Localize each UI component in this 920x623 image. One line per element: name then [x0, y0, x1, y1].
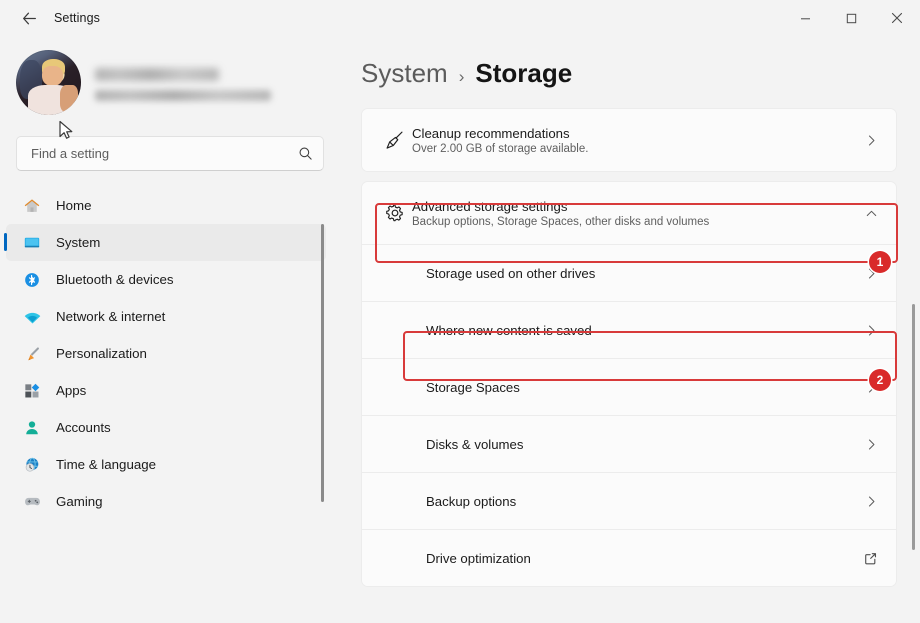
- paintbrush-icon: [22, 344, 42, 364]
- search-box[interactable]: [16, 136, 324, 171]
- search-input[interactable]: [31, 146, 298, 161]
- monitor-icon: [22, 233, 42, 253]
- account-text: [95, 64, 271, 101]
- sidebar-item-label: Home: [56, 198, 91, 213]
- sidebar-item-label: Gaming: [56, 494, 103, 509]
- search-area: [16, 136, 324, 171]
- settings-window: Settings: [0, 0, 920, 623]
- advanced-storage-card: Advanced storage settings Backup options…: [361, 181, 897, 587]
- sidebar-item-label: Personalization: [56, 346, 147, 361]
- cleanup-card: Cleanup recommendations Over 2.00 GB of …: [361, 108, 897, 172]
- row-drive-optimization[interactable]: Drive optimization: [362, 529, 896, 586]
- sidebar-scrollbar-thumb[interactable]: [321, 224, 324, 502]
- sidebar-item-label: Accounts: [56, 420, 111, 435]
- avatar-arm: [60, 85, 78, 112]
- sidebar-nav: Home System: [0, 187, 340, 520]
- cleanup-text: Cleanup recommendations Over 2.00 GB of …: [412, 126, 865, 155]
- row-title: Disks & volumes: [426, 437, 865, 452]
- row-subtitle: Over 2.00 GB of storage available.: [412, 143, 865, 155]
- sidebar-item-label: Bluetooth & devices: [56, 272, 174, 287]
- chevron-up-icon[interactable]: [865, 207, 878, 220]
- drive-optimization-text: Drive optimization: [426, 551, 863, 566]
- app-title: Settings: [54, 11, 100, 25]
- chevron-right-icon: [865, 324, 878, 337]
- minimize-button[interactable]: [782, 0, 828, 36]
- maximize-icon: [846, 13, 857, 24]
- globe-clock-icon: [22, 455, 42, 475]
- sidebar-item-label: Network & internet: [56, 309, 165, 324]
- avatar-face: [42, 66, 63, 87]
- bluetooth-icon: [22, 270, 42, 290]
- gamepad-icon: [22, 492, 42, 512]
- row-title: Drive optimization: [426, 551, 863, 566]
- sidebar-item-label: System: [56, 235, 100, 250]
- backup-options-text: Backup options: [426, 494, 865, 509]
- row-title: Cleanup recommendations: [412, 126, 865, 141]
- row-advanced-storage-settings[interactable]: Advanced storage settings Backup options…: [362, 182, 896, 244]
- row-cleanup-recommendations[interactable]: Cleanup recommendations Over 2.00 GB of …: [362, 109, 896, 171]
- annotation-badge-2: 2: [869, 369, 891, 391]
- search-icon[interactable]: [298, 146, 313, 161]
- close-icon: [891, 12, 903, 24]
- avatar: [16, 50, 81, 115]
- gear-icon: [378, 202, 412, 224]
- sidebar-item-network-internet[interactable]: Network & internet: [6, 298, 326, 335]
- chevron-right-icon: [865, 438, 878, 451]
- sidebar-item-gaming[interactable]: Gaming: [6, 483, 326, 520]
- row-title: Storage Spaces: [426, 380, 865, 395]
- broom-icon: [378, 129, 412, 151]
- sidebar-item-time-language[interactable]: Time & language: [6, 446, 326, 483]
- minimize-icon: [800, 13, 811, 24]
- maximize-button[interactable]: [828, 0, 874, 36]
- window-controls: [782, 0, 920, 36]
- wifi-icon: [22, 307, 42, 327]
- back-button[interactable]: [12, 3, 46, 33]
- row-subtitle: Backup options, Storage Spaces, other di…: [412, 216, 865, 228]
- home-icon: [22, 196, 42, 216]
- sidebar-item-personalization[interactable]: Personalization: [6, 335, 326, 372]
- main-scrollbar-thumb[interactable]: [912, 304, 915, 550]
- main-content: System › Storage Cleanup recommendati: [340, 36, 920, 623]
- sidebar-item-bluetooth-devices[interactable]: Bluetooth & devices: [6, 261, 326, 298]
- account-email-redacted: [95, 90, 271, 101]
- title-bar: Settings: [0, 0, 920, 36]
- row-title: Where new content is saved: [426, 323, 865, 338]
- person-icon: [22, 418, 42, 438]
- disks-volumes-text: Disks & volumes: [426, 437, 865, 452]
- sidebar-item-accounts[interactable]: Accounts: [6, 409, 326, 446]
- annotation-badge-1: 1: [869, 251, 891, 273]
- sidebar-item-home[interactable]: Home: [6, 187, 326, 224]
- row-storage-spaces[interactable]: Storage Spaces: [362, 358, 896, 415]
- row-title: Advanced storage settings: [412, 199, 865, 214]
- apps-grid-icon: [22, 381, 42, 401]
- sidebar: Home System: [0, 36, 340, 623]
- advanced-text: Advanced storage settings Backup options…: [412, 199, 865, 228]
- row-title: Backup options: [426, 494, 865, 509]
- settings-cards: Cleanup recommendations Over 2.00 GB of …: [361, 108, 897, 587]
- sidebar-item-apps[interactable]: Apps: [6, 372, 326, 409]
- chevron-right-icon: [865, 495, 878, 508]
- back-arrow-icon: [21, 10, 38, 27]
- sidebar-item-label: Time & language: [56, 457, 156, 472]
- chevron-right-icon: [865, 134, 878, 147]
- sidebar-item-system[interactable]: System: [6, 224, 326, 261]
- row-where-new-content-is-saved[interactable]: Where new content is saved: [362, 301, 896, 358]
- row-backup-options[interactable]: Backup options: [362, 472, 896, 529]
- sidebar-item-label: Apps: [56, 383, 86, 398]
- page-title: Storage: [475, 58, 572, 89]
- row-disks-and-volumes[interactable]: Disks & volumes: [362, 415, 896, 472]
- account-name-redacted: [95, 68, 219, 81]
- account-block[interactable]: [16, 50, 340, 115]
- breadcrumb-parent[interactable]: System: [361, 58, 448, 89]
- external-link-icon: [863, 551, 878, 566]
- close-button[interactable]: [874, 0, 920, 36]
- storage-spaces-text: Storage Spaces: [426, 380, 865, 395]
- row-title: Storage used on other drives: [426, 266, 865, 281]
- breadcrumb: System › Storage: [361, 58, 920, 89]
- breadcrumb-separator: ›: [459, 67, 465, 87]
- new-content-text: Where new content is saved: [426, 323, 865, 338]
- other-drives-text: Storage used on other drives: [426, 266, 865, 281]
- row-storage-used-other-drives[interactable]: Storage used on other drives: [362, 244, 896, 301]
